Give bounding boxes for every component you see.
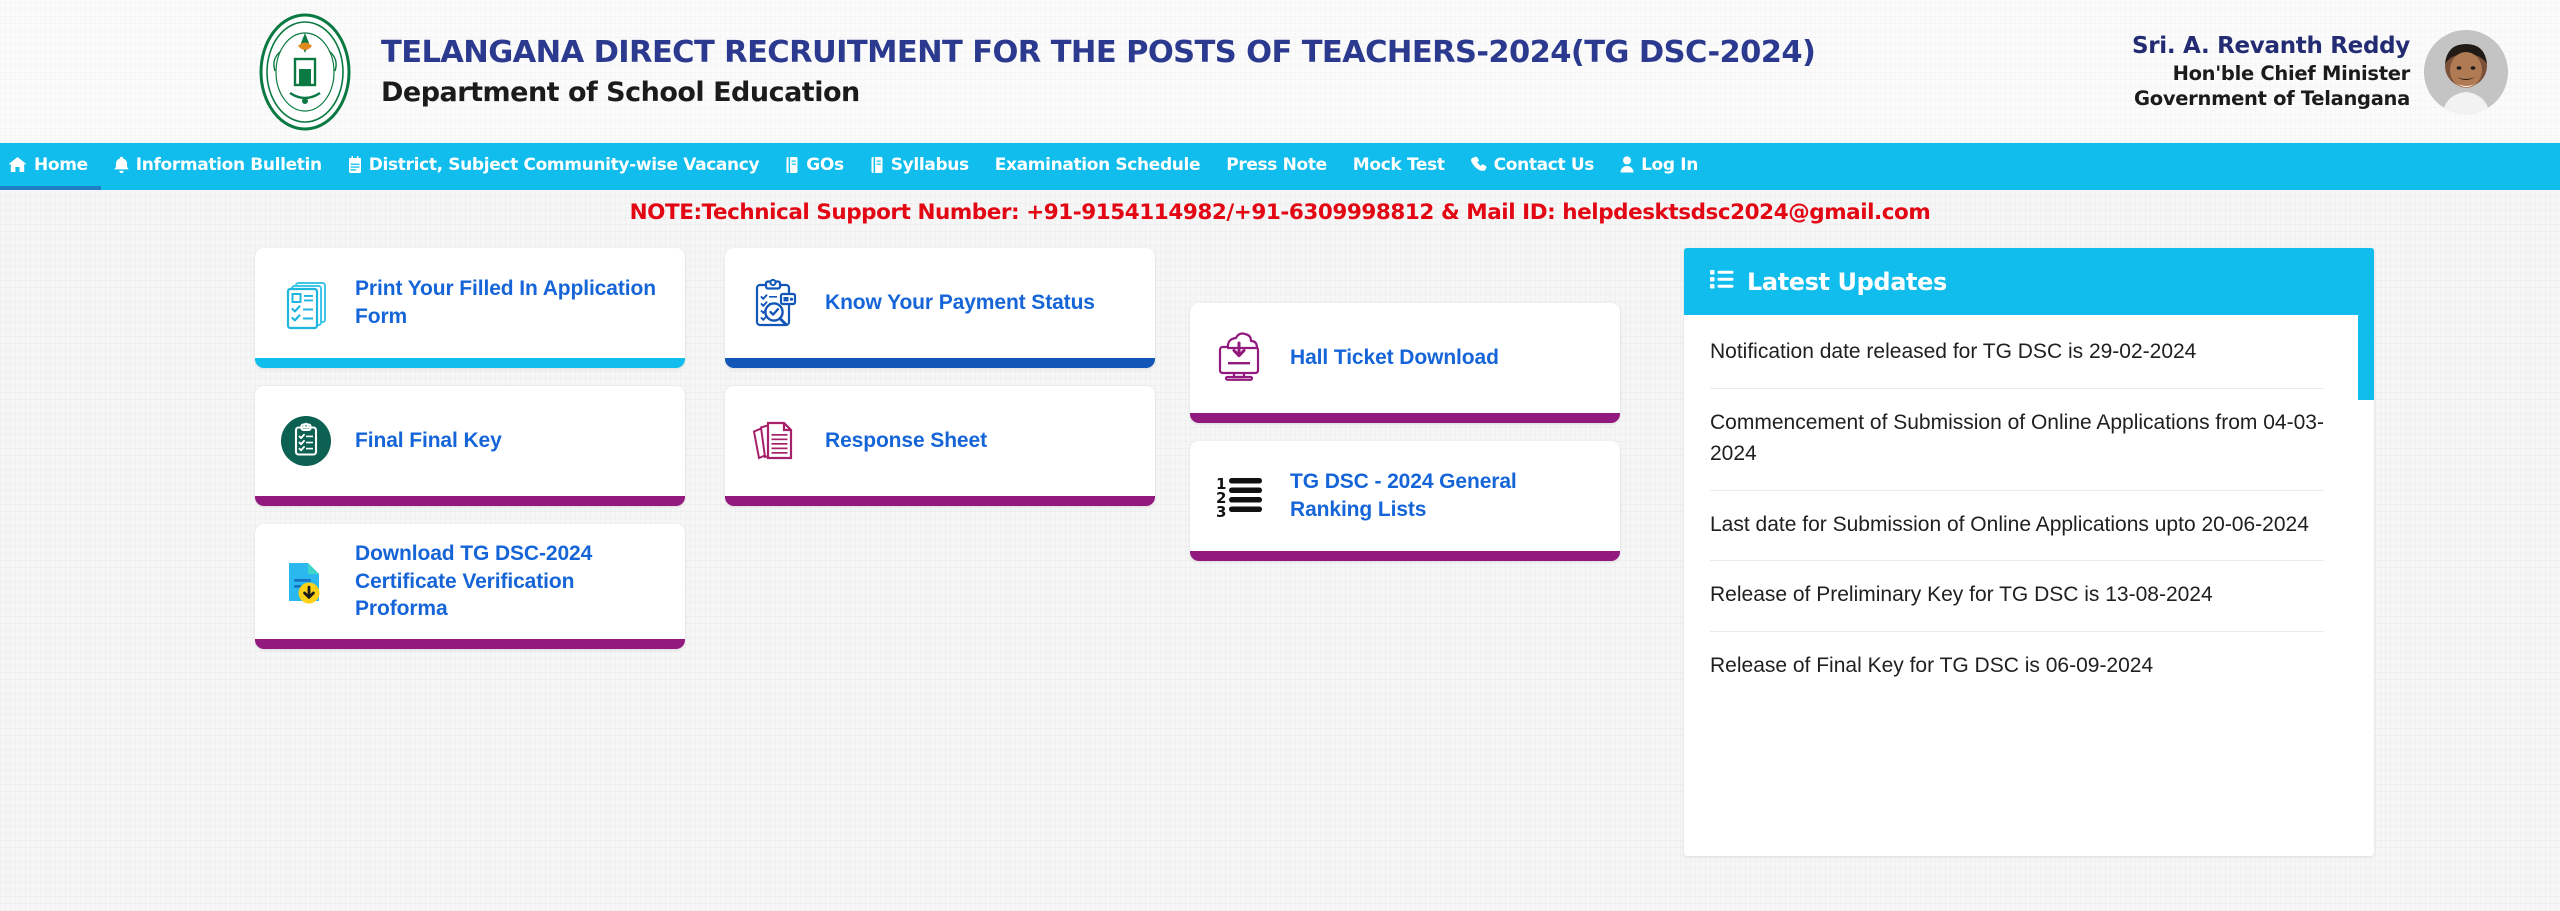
card-label: Hall Ticket Download xyxy=(1290,346,1499,370)
nav-item-examination-schedule[interactable]: Examination Schedule xyxy=(982,143,1213,190)
payment-status-clipboard-icon xyxy=(747,274,805,332)
card-response-sheet[interactable]: Response Sheet xyxy=(725,386,1155,506)
card-label: Response Sheet xyxy=(825,429,987,453)
nav-item-gos[interactable]: GOs xyxy=(772,143,856,190)
chief-minister-role: Hon'ble Chief Minister xyxy=(2172,61,2411,85)
chief-minister-block: Sri. A. Revanth Reddy Hon'ble Chief Mini… xyxy=(2131,29,2508,114)
numbered-list-icon: 1 2 3 xyxy=(1212,467,1270,525)
chief-minister-portrait-icon xyxy=(2424,29,2508,114)
technical-support-note: NOTE:Technical Support Number: +91-91541… xyxy=(0,190,2560,234)
latest-updates-header: Latest Updates xyxy=(1684,248,2374,315)
calendar-icon xyxy=(348,155,362,174)
site-header: TELANGANA DIRECT RECRUITMENT FOR THE POS… xyxy=(0,0,2560,143)
nav-item-home[interactable]: Home xyxy=(0,143,101,190)
nav-item-label: Information Bulletin xyxy=(135,154,322,175)
page-title: TELANGANA DIRECT RECRUITMENT FOR THE POS… xyxy=(381,34,1816,70)
document-stack-icon xyxy=(747,412,805,470)
card-final-final-key[interactable]: Final Final Key xyxy=(255,386,685,506)
nav-item-district-subject-community-wise-vacancy[interactable]: District, Subject Community-wise Vacancy xyxy=(335,143,772,190)
latest-updates-title: Latest Updates xyxy=(1747,267,1947,296)
nav-item-log-in[interactable]: Log In xyxy=(1607,143,1711,190)
chief-minister-name: Sri. A. Revanth Reddy xyxy=(2131,32,2410,59)
page-subtitle: Department of School Education xyxy=(381,77,860,108)
nav-item-label: Syllabus xyxy=(890,154,969,175)
nav-item-press-note[interactable]: Press Note xyxy=(1213,143,1340,190)
svg-text:3: 3 xyxy=(1216,503,1226,521)
monitor-cloud-download-icon xyxy=(1212,329,1270,387)
updates-scrollbar[interactable] xyxy=(2358,248,2374,856)
card-print-application-form[interactable]: Print Your Filled In Application Form xyxy=(255,248,685,368)
home-icon xyxy=(8,156,27,173)
list-icon xyxy=(1710,269,1734,294)
header-titles: TELANGANA DIRECT RECRUITMENT FOR THE POS… xyxy=(381,35,2132,108)
card-label: Print Your Filled In Application Form xyxy=(355,277,656,328)
nav-item-label: Log In xyxy=(1641,154,1699,175)
list-item[interactable]: Release of Final Key for TG DSC is 06-09… xyxy=(1710,632,2324,702)
card-label: Know Your Payment Status xyxy=(825,291,1095,315)
card-label: TG DSC - 2024 General Ranking Lists xyxy=(1290,470,1517,521)
nav-item-label: Press Note xyxy=(1226,154,1327,175)
list-item[interactable]: Last date for Submission of Online Appli… xyxy=(1710,491,2324,562)
book-icon xyxy=(785,156,799,174)
application-form-icon xyxy=(277,274,335,332)
bell-icon xyxy=(114,156,129,174)
nav-item-mock-test[interactable]: Mock Test xyxy=(1340,143,1458,190)
user-icon xyxy=(1620,156,1634,173)
page-root: TELANGANA DIRECT RECRUITMENT FOR THE POS… xyxy=(0,0,2560,911)
nav-item-label: Home xyxy=(34,154,88,175)
nav-item-label: District, Subject Community-wise Vacancy xyxy=(368,154,760,175)
nav-item-contact-us[interactable]: Contact Us xyxy=(1458,143,1607,190)
nav-item-information-bulletin[interactable]: Information Bulletin xyxy=(101,143,335,190)
card-know-your-payment-status[interactable]: Know Your Payment Status xyxy=(725,248,1155,368)
card-label: Final Final Key xyxy=(355,429,502,453)
note-text: NOTE:Technical Support Number: +91-91541… xyxy=(629,199,1931,225)
card-column-three: Hall Ticket Download 1 2 3 TG DSC - 2024… xyxy=(1190,303,1620,561)
updates-scrollbar-thumb[interactable] xyxy=(2358,248,2374,400)
latest-updates-list: Notification date released for TG DSC is… xyxy=(1684,327,2360,856)
nav-item-label: Examination Schedule xyxy=(994,154,1201,175)
book-icon xyxy=(870,156,884,174)
phone-icon xyxy=(1470,156,1487,173)
main-content: Print Your Filled In Application Form Kn… xyxy=(0,234,2560,856)
card-label: Download TG DSC-2024 Certificate Verific… xyxy=(355,542,593,621)
main-navigation: Home Information Bulletin District, Subj… xyxy=(0,143,2560,190)
nav-item-label: GOs xyxy=(806,154,844,175)
file-download-icon xyxy=(277,553,335,611)
clipboard-check-circle-icon xyxy=(277,412,335,470)
latest-updates-body: Notification date released for TG DSC is… xyxy=(1684,248,2374,856)
latest-updates-panel: Latest Updates Notification date release… xyxy=(1684,248,2374,856)
chief-minister-government: Government of Telangana xyxy=(2134,86,2410,110)
card-download-certificate-verification-proforma[interactable]: Download TG DSC-2024 Certificate Verific… xyxy=(255,524,685,650)
list-item[interactable]: Release of Preliminary Key for TG DSC is… xyxy=(1710,561,2324,633)
list-item[interactable]: Notification date released for TG DSC is… xyxy=(1710,327,2324,389)
card-tg-dsc-general-ranking-lists[interactable]: 1 2 3 TG DSC - 2024 General Ranking List… xyxy=(1190,441,1620,561)
telangana-state-emblem-icon xyxy=(255,13,355,131)
nav-item-label: Contact Us xyxy=(1493,154,1595,175)
nav-item-label: Mock Test xyxy=(1352,154,1445,175)
list-item[interactable]: Commencement of Submission of Online App… xyxy=(1710,389,2324,491)
card-hall-ticket-download[interactable]: Hall Ticket Download xyxy=(1190,303,1620,423)
nav-item-syllabus[interactable]: Syllabus xyxy=(857,143,982,190)
